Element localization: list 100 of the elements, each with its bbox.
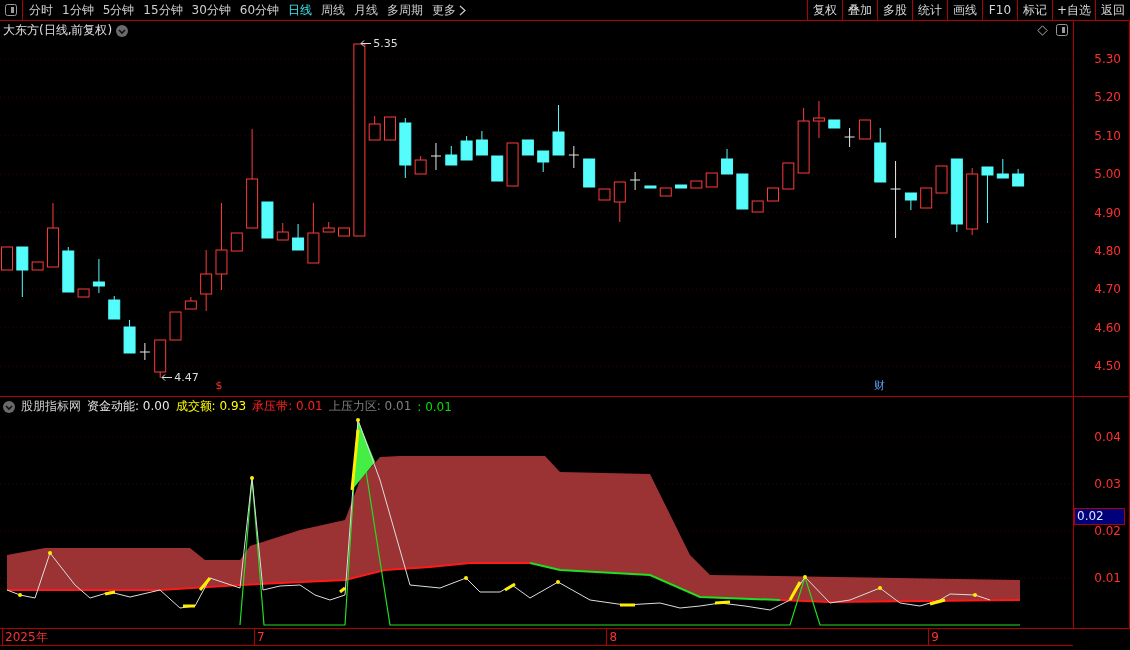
- axis-label: 4.70: [1094, 281, 1121, 298]
- leader-arrow-icon: [161, 374, 174, 381]
- candlestick: [751, 200, 764, 213]
- dropdown-icon[interactable]: [3, 400, 15, 413]
- candlestick: [276, 222, 289, 241]
- axis-label: 0.01: [1094, 570, 1121, 586]
- candlestick: [368, 115, 381, 141]
- toolbar-button[interactable]: 统计: [911, 0, 947, 20]
- toolbar-button[interactable]: 画线: [946, 0, 982, 20]
- indicator-name: 股朋指标网: [21, 398, 81, 415]
- axis-label: 0.03: [1094, 476, 1121, 492]
- candlestick: [414, 155, 427, 175]
- dropdown-icon[interactable]: [116, 24, 129, 37]
- toolbar-button[interactable]: F10: [981, 0, 1017, 20]
- date-label: 9: [928, 629, 939, 645]
- axis-label: 0.02: [1094, 523, 1121, 539]
- candlestick: [935, 165, 948, 194]
- candlestick: [169, 311, 182, 341]
- candlestick: [475, 130, 488, 156]
- candlestick: [139, 342, 151, 361]
- axis-label: 4.80: [1094, 243, 1121, 259]
- candlestick: [184, 296, 197, 310]
- high-price-label: 5.35: [373, 37, 398, 50]
- axis-label: 5.20: [1094, 89, 1121, 106]
- candlestick: [721, 148, 734, 175]
- cursor-value-label: 0.02: [1074, 508, 1125, 525]
- candlestick: [31, 261, 44, 271]
- candlestick: [920, 187, 933, 209]
- period-tab[interactable]: 日线: [288, 1, 313, 19]
- candlestick: [613, 181, 626, 223]
- date-label: 2025年: [2, 629, 48, 645]
- candlestick: [322, 221, 335, 233]
- toolbar-button[interactable]: 标记: [1016, 0, 1052, 20]
- toolbar-button[interactable]: 复权: [806, 0, 842, 20]
- candlestick: [491, 155, 504, 182]
- candlestick: [858, 119, 871, 140]
- toolbar-button[interactable]: 返回: [1095, 0, 1130, 20]
- candlestick: [77, 288, 90, 298]
- candlestick: [552, 104, 565, 156]
- chart-title: 大东方(日线,前复权): [3, 22, 113, 39]
- toolbar-button[interactable]: +自选: [1051, 0, 1095, 20]
- panel-toggle-icon[interactable]: [5, 4, 17, 16]
- candlestick: [690, 180, 703, 189]
- candlestick: [629, 171, 641, 191]
- legend-item: 上压力区: 0.01: [328, 398, 412, 415]
- axis-label: 4.50: [1094, 358, 1121, 375]
- axis-label: 0.04: [1094, 429, 1121, 445]
- period-tab[interactable]: 15分钟: [143, 1, 183, 19]
- candlestick: [506, 142, 519, 187]
- low-price-label: 4.47: [174, 371, 199, 384]
- period-tab[interactable]: 1分钟: [62, 1, 94, 19]
- legend-item: 承压带: 0.01: [252, 398, 323, 415]
- candlestick: [874, 127, 887, 183]
- axis-label: 4.90: [1094, 204, 1121, 221]
- candlestick: [659, 187, 672, 197]
- event-marker[interactable]: $: [215, 379, 223, 393]
- candlestick: [1, 246, 13, 271]
- legend-item: : 0.01: [417, 399, 452, 414]
- candlestick: [583, 158, 596, 188]
- period-tab[interactable]: 多周期: [387, 1, 424, 19]
- period-tab[interactable]: 分时: [29, 1, 53, 19]
- candlestick: [460, 135, 473, 161]
- candlestick: [705, 172, 718, 188]
- date-label: 8: [606, 629, 618, 645]
- candlestick: [200, 249, 213, 312]
- candlestick: [16, 246, 29, 298]
- axis-label: 5.30: [1094, 51, 1121, 67]
- candlestick: [598, 188, 611, 201]
- candlestick: [828, 119, 841, 129]
- candlestick: [338, 227, 351, 237]
- period-tab[interactable]: 5分钟: [102, 1, 135, 19]
- period-tab[interactable]: 30分钟: [191, 1, 231, 19]
- candlestick: [644, 185, 657, 189]
- period-tab[interactable]: 周线: [321, 1, 346, 19]
- event-marker[interactable]: 财: [874, 379, 886, 393]
- panel-toggle-icon[interactable]: [1056, 24, 1068, 36]
- candlestick: [966, 167, 979, 236]
- more-button[interactable]: 更多: [432, 1, 467, 19]
- axis-label: 5.10: [1094, 127, 1121, 144]
- candlestick: [430, 142, 442, 171]
- candlestick: [996, 158, 1009, 179]
- candlestick: [844, 127, 856, 148]
- candlestick: [154, 339, 167, 379]
- candlestick: [62, 246, 75, 293]
- diamond-icon[interactable]: [1037, 24, 1048, 36]
- candlestick: [399, 117, 412, 179]
- candlestick: [812, 100, 825, 139]
- toolbar-button[interactable]: 叠加: [841, 0, 877, 20]
- candlestick: [904, 192, 917, 211]
- candlestick: [675, 184, 688, 189]
- axis-label: 4.60: [1094, 319, 1121, 336]
- candlestick: [230, 232, 243, 252]
- period-tab[interactable]: 60分钟: [239, 1, 280, 19]
- candlestick: [445, 145, 458, 166]
- chevron-right-icon: [459, 4, 467, 16]
- period-tab[interactable]: 月线: [354, 1, 379, 19]
- candlestick: [384, 116, 396, 141]
- candlestick: [307, 202, 320, 264]
- candlestick: [767, 187, 779, 202]
- toolbar-button[interactable]: 多股: [876, 0, 912, 20]
